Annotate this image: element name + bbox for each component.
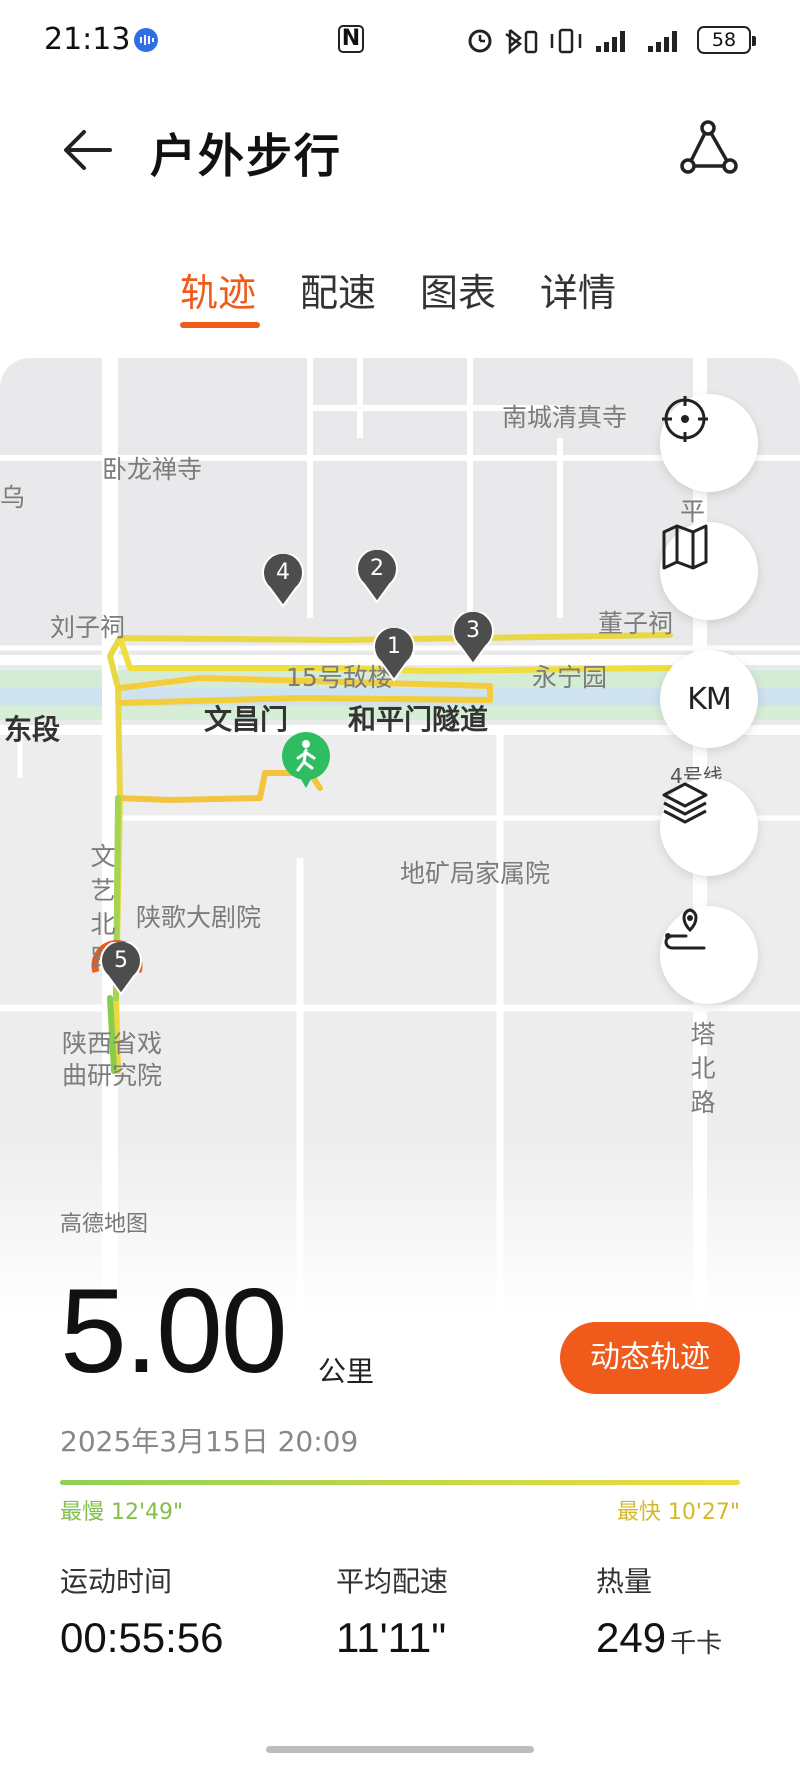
route-share-button[interactable] xyxy=(680,120,740,180)
route-pin-icon xyxy=(664,908,706,950)
arrow-left-icon xyxy=(64,130,112,170)
dynamic-track-button[interactable]: 动态轨迹 xyxy=(560,1322,740,1394)
map-label-tabei: 塔北路 xyxy=(690,1020,716,1117)
map-label-dikuang: 地矿局家属院 xyxy=(400,859,551,888)
signal-icon-1 xyxy=(596,30,630,52)
tab-track[interactable]: 轨迹 xyxy=(180,262,256,317)
layers-button[interactable] xyxy=(660,778,758,876)
battery-saver-icon xyxy=(524,30,538,54)
status-bar: 21:13 N 58 xyxy=(0,0,800,80)
locate-button[interactable] xyxy=(660,394,758,492)
km-label: KM xyxy=(687,681,732,717)
alarm-icon xyxy=(468,29,492,53)
km-marker-1[interactable]: 1 xyxy=(373,628,415,682)
map-label-yongning: 永宁园 xyxy=(532,663,608,692)
map-label-heping-tunnel: 和平门隧道 xyxy=(348,703,489,736)
km-marker-2[interactable]: 2 xyxy=(356,550,398,604)
header: 户外步行 xyxy=(0,90,800,210)
stat-calories-value: 249 xyxy=(596,1614,667,1661)
home-indicator[interactable] xyxy=(266,1746,534,1753)
distance-value: 5.00 xyxy=(60,1264,288,1398)
layers-icon xyxy=(662,782,708,824)
back-button[interactable] xyxy=(58,120,118,180)
tab-indicator xyxy=(180,322,260,328)
route-marker-button[interactable] xyxy=(660,906,758,1004)
unit-km-button[interactable]: KM xyxy=(660,650,758,748)
signal-icon-2 xyxy=(648,30,682,52)
map-label-wenchangmen: 文昌门 xyxy=(204,703,289,736)
map-icon xyxy=(662,524,708,570)
km-marker-5-label: 5 xyxy=(114,948,128,973)
km-marker-1-label: 1 xyxy=(387,634,401,659)
slowest-pace: 最慢 12'49" xyxy=(60,1500,184,1525)
tab-pace[interactable]: 配速 xyxy=(300,262,376,317)
stat-calories-label: 热量 xyxy=(596,1565,653,1598)
km-marker-4[interactable]: 4 xyxy=(262,554,304,608)
stat-avg-pace-label: 平均配速 xyxy=(336,1565,449,1598)
distance-unit: 公里 xyxy=(318,1355,375,1388)
map-label-wolong: 卧龙禅寺 xyxy=(102,455,203,484)
fastest-pace: 最快 10'27" xyxy=(616,1500,740,1525)
route-icon xyxy=(680,120,738,174)
stat-avg-pace: 平均配速 11'11" xyxy=(336,1560,448,1662)
stat-calories-unit: 千卡 xyxy=(670,1628,723,1658)
map-view-button[interactable] xyxy=(660,522,758,620)
map-label-xiqu: 陕西省戏曲研究院 xyxy=(62,1029,163,1090)
stat-duration-label: 运动时间 xyxy=(60,1565,173,1598)
bluetooth-icon xyxy=(505,29,523,55)
km-marker-4-label: 4 xyxy=(276,560,290,585)
battery-icon: 58 xyxy=(697,26,756,54)
tab-bar: 轨迹 配速 图表 详情 xyxy=(0,262,800,332)
map-label-dongzici: 董子祠 xyxy=(598,609,674,638)
workout-date: 2025年3月15日 20:09 xyxy=(60,1425,359,1458)
km-marker-3[interactable]: 3 xyxy=(452,612,494,666)
map-label-liuzici: 刘子祠 xyxy=(50,613,126,642)
locate-icon xyxy=(662,396,708,442)
stat-duration: 运动时间 00:55:56 xyxy=(60,1560,224,1662)
km-marker-2-label: 2 xyxy=(370,556,384,581)
tab-chart[interactable]: 图表 xyxy=(420,262,496,317)
map-attribution: 高德地图 xyxy=(60,1212,149,1237)
map-label-shaange: 陕歌大剧院 xyxy=(136,903,262,932)
vibrate-icon xyxy=(550,28,582,54)
voice-assistant-icon xyxy=(134,28,158,52)
map-label-wu: 乌 xyxy=(0,483,26,512)
map-label-nancheng: 南城清真寺 xyxy=(502,403,628,432)
tab-details[interactable]: 详情 xyxy=(540,262,616,317)
page-title: 户外步行 xyxy=(150,129,342,183)
status-time: 21:13 xyxy=(44,22,131,57)
km-marker-3-label: 3 xyxy=(466,618,480,643)
pace-gradient-bar xyxy=(60,1480,740,1485)
km-marker-5[interactable]: 5 xyxy=(100,942,142,996)
stat-duration-value: 00:55:56 xyxy=(60,1614,224,1661)
stat-avg-pace-value: 11'11" xyxy=(336,1614,447,1661)
map-label-dongduan: 东段 xyxy=(4,713,61,746)
nfc-icon: N xyxy=(338,25,364,53)
stat-calories-row: 249 千卡 xyxy=(596,1614,722,1662)
stat-calories: 热量 249 千卡 xyxy=(596,1560,722,1662)
